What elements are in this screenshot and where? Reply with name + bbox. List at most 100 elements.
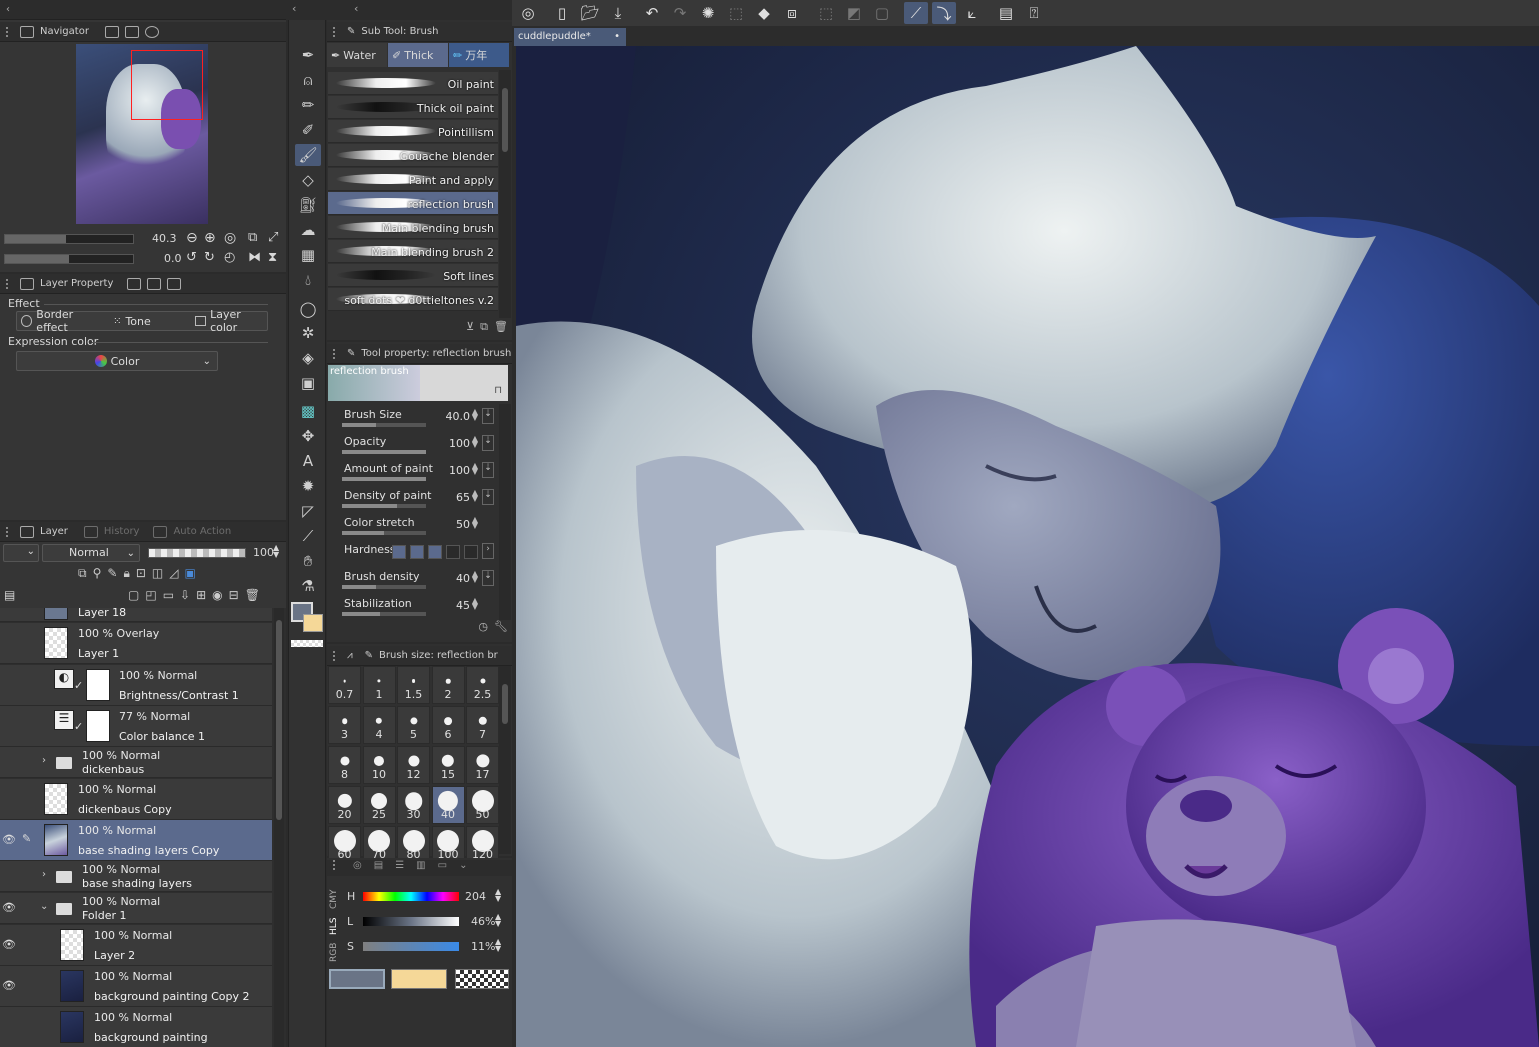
new-folder-icon[interactable]: ▭ <box>163 588 174 602</box>
hardness-step[interactable] <box>464 545 478 559</box>
tool-property-scrollbar[interactable] <box>499 404 511 620</box>
snap-ruler-icon[interactable]: ⟋ <box>904 2 928 24</box>
cmy-mode-tab[interactable]: CMY <box>329 890 345 910</box>
sub-tool-title[interactable]: Sub Tool: Brush <box>361 26 438 37</box>
chevron-right-icon[interactable]: › <box>482 543 494 559</box>
eraser-tool-icon[interactable]: ◇ <box>295 169 321 191</box>
brush-size-title[interactable]: Brush size: reflection br <box>379 650 498 661</box>
property-slider[interactable] <box>342 504 426 508</box>
info-icon[interactable] <box>144 25 159 38</box>
brush-size-cell[interactable]: 2.5 <box>466 666 499 704</box>
property-value[interactable]: 40 <box>456 572 470 585</box>
hand-tool-icon[interactable]: ✋︎ <box>295 550 321 572</box>
brush-size-cell[interactable]: 3 <box>328 706 361 744</box>
fill-icon[interactable]: ◆ <box>752 2 776 24</box>
ruler-tool-icon[interactable]: ◸ <box>295 500 321 522</box>
intermediate-tab-icon[interactable]: ☰ <box>395 860 404 876</box>
document-tab[interactable]: cuddlepuddle* • <box>514 28 626 46</box>
property-value[interactable]: 45 <box>456 599 470 612</box>
folder-row[interactable]: 👁︎ ⌄ 100 % Normal Folder 1 <box>0 893 272 924</box>
visibility-toggle[interactable] <box>2 636 16 650</box>
layer-row-selected[interactable]: 👁︎ ✎ 100 % Normal base shading layers Co… <box>0 820 272 861</box>
brush-size-scrollbar[interactable] <box>499 666 511 854</box>
loading-icon[interactable]: ✺ <box>696 2 720 24</box>
reference-icon[interactable]: ⚲ <box>93 566 102 584</box>
new-vector-layer-icon[interactable]: ◰ <box>145 588 156 602</box>
new-file-icon[interactable]: ▯ <box>550 2 574 24</box>
flip-vertical-icon[interactable]: ⧗ <box>268 250 277 265</box>
marker-tool-icon[interactable]: ✐ <box>295 119 321 141</box>
new-raster-layer-icon[interactable]: ▢ <box>128 588 139 602</box>
lightness-slider[interactable] <box>363 917 459 926</box>
spin-icon[interactable]: ▲ ▼ <box>472 516 478 530</box>
delete-layer-icon[interactable]: 🗑︎ <box>245 588 260 602</box>
rotation-value[interactable]: 0.0 <box>164 252 182 265</box>
tab-layer[interactable]: Layer <box>40 526 68 537</box>
expression-color-dropdown[interactable]: Color ⌄ <box>16 351 218 371</box>
sub-tool-scrollbar[interactable] <box>499 70 511 318</box>
save-file-icon[interactable]: ⤓ <box>606 2 630 24</box>
opacity-spin-icon[interactable]: ▲ ▼ <box>273 544 279 559</box>
combine-icon[interactable]: ⊞ <box>196 588 206 602</box>
hardness-step[interactable] <box>410 545 424 559</box>
panel-grip-icon[interactable] <box>333 26 341 37</box>
copy-subtool-icon[interactable]: ⧉ <box>480 320 488 338</box>
color-wheel-tab-icon[interactable]: ◎ <box>353 860 362 876</box>
brush-size-tab-icon[interactable]: ⩘ <box>347 650 353 661</box>
h-value[interactable]: 204 <box>465 890 486 903</box>
tone-icon[interactable]: ⁙ <box>113 316 121 327</box>
transfer-down-icon[interactable]: ⇩ <box>180 588 190 602</box>
lock-icon[interactable]: 🔒︎ <box>123 566 129 584</box>
pressure-settings-icon[interactable]: ⇣ <box>482 570 494 586</box>
pen-tool-icon[interactable]: ✒ <box>295 44 321 66</box>
pressure-settings-icon[interactable]: ⇣ <box>482 489 494 505</box>
invert-selection-icon[interactable]: ◩ <box>842 2 866 24</box>
fill-tool-icon[interactable]: ◈ <box>295 347 321 369</box>
brush-size-cell[interactable]: 5 <box>397 706 430 744</box>
collapse-arrow-icon[interactable]: ‹ <box>354 2 358 15</box>
chevron-down-icon[interactable]: ⌄ <box>459 860 467 876</box>
pressure-settings-icon[interactable]: ⇣ <box>482 435 494 451</box>
brush-size-cell[interactable]: 1 <box>362 666 396 704</box>
layer-scrollbar[interactable] <box>274 608 284 1047</box>
brush-item[interactable]: Pointillism <box>328 120 498 143</box>
eyedropper-tool-icon[interactable]: ⚗ <box>295 575 321 597</box>
property-slider[interactable] <box>342 531 426 535</box>
brush-size-cell[interactable]: 8 <box>328 746 361 784</box>
lock-transparent-icon[interactable]: ⊡ <box>136 566 146 584</box>
brush-item[interactable]: Main blending brush 2 <box>328 240 498 263</box>
property-row[interactable]: Density of paint 65 ▲ ▼ ⇣ <box>336 485 496 511</box>
property-row[interactable]: Hardness › <box>336 539 496 565</box>
decoration-tool-icon[interactable]: ☁ <box>295 219 321 241</box>
spin-icon[interactable]: ▲ ▼ <box>472 408 478 422</box>
history-tab-icon[interactable]: ▭ <box>438 860 447 876</box>
hue-slider[interactable] <box>363 892 459 901</box>
zoom-slider[interactable] <box>4 234 134 244</box>
blend-mode-dropdown[interactable]: Normal ⌄ <box>42 544 140 562</box>
navigator-preview[interactable] <box>76 44 208 224</box>
tab-thick[interactable]: ✐ Thick <box>388 43 448 67</box>
layer-info-icon[interactable] <box>167 277 182 290</box>
brush-item[interactable]: Main blending brush <box>328 216 498 239</box>
redo-icon[interactable]: ↷ <box>668 2 692 24</box>
brush-item[interactable]: Thick oil paint <box>328 96 498 119</box>
brush-size-cell[interactable]: 7 <box>466 706 499 744</box>
rgb-mode-tab[interactable]: RGB <box>329 943 345 962</box>
deselect-icon[interactable]: ⬚ <box>814 2 838 24</box>
spin-icon[interactable]: ▲ ▼ <box>495 913 501 928</box>
reset-icon[interactable]: ◷ <box>478 620 488 640</box>
saturation-slider[interactable] <box>363 942 459 951</box>
mask-apply-icon[interactable]: ⊟ <box>229 588 239 602</box>
tab-auto-action[interactable]: Auto Action <box>173 526 231 537</box>
property-value[interactable]: 40.0 <box>446 410 471 423</box>
balloon-tool-icon[interactable]: ✹ <box>295 475 321 497</box>
layer-opacity-value[interactable]: 100 <box>253 546 274 559</box>
hardness-step[interactable] <box>392 545 406 559</box>
snap-grid-icon[interactable]: ⟀ <box>960 2 984 24</box>
panel-grip-icon[interactable] <box>333 348 341 359</box>
brush-size-cell[interactable]: 10 <box>362 746 396 784</box>
brush-item[interactable]: Paint and apply <box>328 168 498 191</box>
reset-rotation-icon[interactable]: ◴ <box>224 250 235 265</box>
transform-icon[interactable]: ⧈ <box>780 2 804 24</box>
undo-icon[interactable]: ↶ <box>640 2 664 24</box>
